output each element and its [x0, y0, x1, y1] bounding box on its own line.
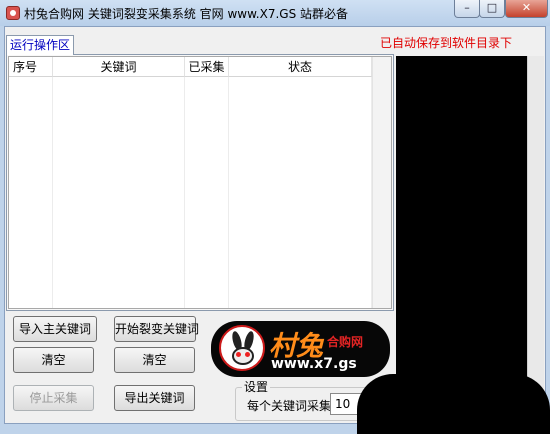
output-panel: [396, 56, 527, 406]
table-scrollbar[interactable]: [372, 57, 391, 308]
stop-collect-button[interactable]: 停止采集: [13, 385, 94, 411]
close-button[interactable]: ✕: [505, 0, 548, 18]
clear-right-button[interactable]: 清空: [114, 347, 195, 373]
export-keywords-button[interactable]: 导出关键词: [114, 385, 195, 411]
brand-logo: 村兔 合购网 www.x7.gs: [211, 321, 390, 377]
import-main-keywords-button[interactable]: 导入主关键词: [13, 316, 97, 342]
tab-run-area[interactable]: 运行操作区: [6, 35, 74, 55]
rabbit-face: [232, 347, 254, 365]
column-header-index[interactable]: 序号: [9, 57, 53, 77]
logo-sub-text: 合购网: [327, 335, 364, 349]
column-header-collected[interactable]: 已采集: [185, 57, 229, 77]
rabbit-mascot-icon: [219, 325, 265, 371]
column-header-keyword[interactable]: 关键词: [53, 57, 185, 77]
autosave-notice: 已自动保存到软件目录下: [380, 36, 513, 50]
rabbit-eye-left: [236, 352, 241, 357]
table-column-index: [9, 77, 53, 308]
logo-url-text: www.x7.gs: [271, 356, 357, 372]
redaction-overlay: [357, 374, 550, 434]
table-column-status: [229, 77, 372, 308]
table-column-keyword: [53, 77, 185, 308]
column-header-status[interactable]: 状态: [229, 57, 372, 77]
maximize-button[interactable]: □: [479, 0, 505, 18]
right-scrollbar[interactable]: [527, 56, 544, 406]
table-column-collected: [185, 77, 229, 308]
app-rabbit-icon: [6, 6, 20, 20]
minimize-button[interactable]: –: [454, 0, 480, 18]
per-keyword-label: 每个关键词采集: [247, 399, 332, 413]
start-split-keywords-button[interactable]: 开始裂变关键词: [114, 316, 199, 342]
clear-left-button[interactable]: 清空: [13, 347, 94, 373]
rabbit-eye-right: [245, 352, 250, 357]
window-title: 村兔合购网 关键词裂变采集系统 官网 www.X7.GS 站群必备: [24, 7, 349, 21]
settings-title: 设置: [242, 378, 271, 395]
keyword-table[interactable]: 序号 关键词 已采集 状态: [8, 56, 392, 309]
